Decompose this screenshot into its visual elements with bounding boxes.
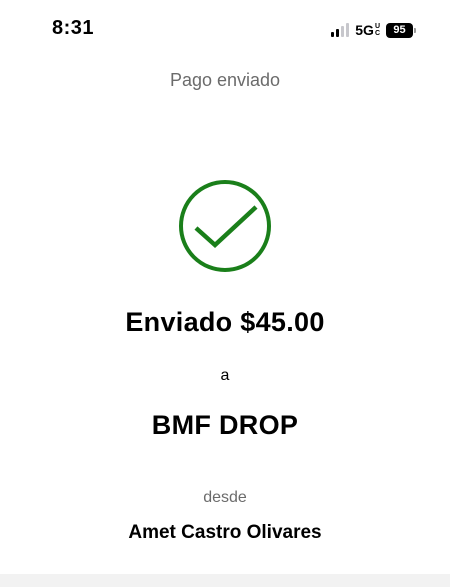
from-label: desde (203, 489, 247, 506)
network-type-label: 5G U C (355, 23, 380, 37)
page-title: Pago enviado (169, 70, 281, 90)
signal-bar (341, 26, 345, 37)
checkmark-circle-icon (179, 180, 271, 272)
network-subscript-bottom: C (374, 30, 380, 37)
signal-bar (346, 23, 350, 37)
signal-bar (331, 32, 335, 37)
sender-name: Amet Castro Olivares (128, 522, 322, 543)
to-connector: a (220, 367, 230, 384)
check-mark (194, 205, 258, 249)
signal-bar (336, 29, 340, 37)
cellular-signal-icon (331, 23, 350, 37)
battery-icon: 95 (386, 22, 416, 38)
check-circle (179, 180, 271, 272)
battery-tip (414, 27, 416, 33)
bottom-panel-edge (0, 574, 450, 587)
amount-sent-title: Enviado $45.00 (125, 307, 325, 337)
battery-level: 95 (386, 22, 413, 38)
network-subscript-top: U (374, 23, 380, 30)
status-time: 8:31 (52, 17, 95, 39)
network-subscript: U C (375, 23, 380, 37)
recipient-name: BMF DROP (151, 410, 299, 440)
network-type-text: 5G (355, 22, 374, 38)
status-bar: 8:31 5G U C 95 (0, 0, 450, 56)
status-indicators: 5G U C 95 (331, 20, 416, 40)
